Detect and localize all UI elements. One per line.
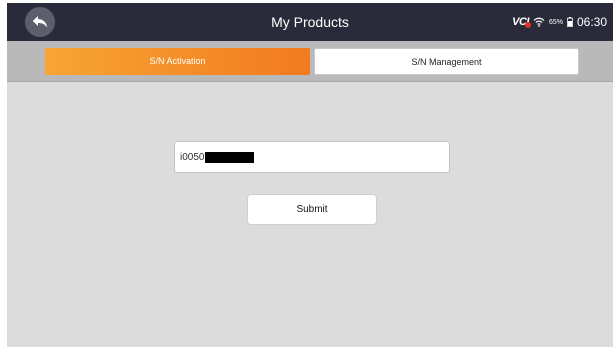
serial-number-input[interactable]: i0050 bbox=[174, 141, 450, 173]
battery-icon bbox=[567, 17, 573, 27]
app-screen: My Products VCI 65% 06:30 S/N Activation bbox=[7, 3, 613, 347]
wifi-icon bbox=[533, 17, 545, 27]
status-bar: VCI 65% 06:30 bbox=[512, 3, 607, 41]
vci-status: VCI bbox=[512, 16, 531, 28]
tab-bar: S/N Activation S/N Management bbox=[7, 41, 613, 82]
top-bar: My Products VCI 65% 06:30 bbox=[7, 3, 613, 41]
battery-percent: 65% bbox=[548, 18, 563, 26]
back-button[interactable] bbox=[25, 7, 55, 37]
tab-sn-management[interactable]: S/N Management bbox=[314, 48, 579, 75]
serial-number-value: i0050 bbox=[180, 151, 205, 163]
serial-number-redaction bbox=[205, 151, 255, 163]
clock: 06:30 bbox=[576, 15, 607, 29]
submit-button[interactable]: Submit bbox=[247, 194, 377, 225]
back-arrow-icon bbox=[32, 16, 48, 28]
vci-disconnected-dot bbox=[524, 22, 531, 28]
tab-sn-activation[interactable]: S/N Activation bbox=[45, 48, 310, 75]
